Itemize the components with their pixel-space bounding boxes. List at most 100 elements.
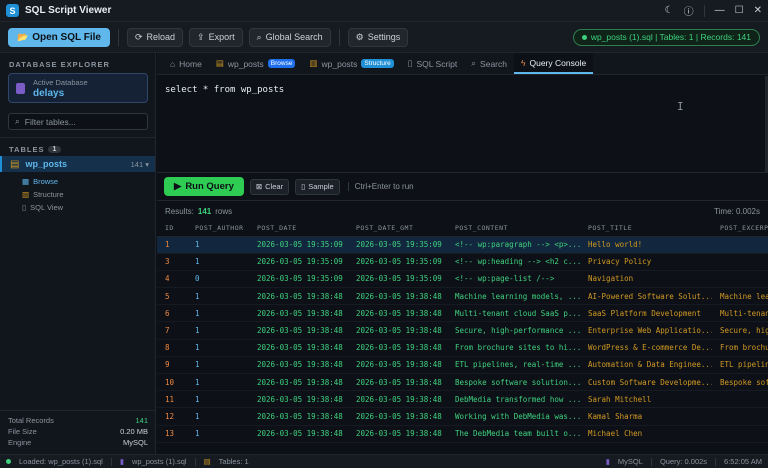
table-cell[interactable]: From brochu xyxy=(712,339,768,357)
table-cell[interactable]: 1 xyxy=(187,356,249,375)
column-header[interactable]: POST_CONTENT xyxy=(447,220,580,237)
table-cell[interactable]: 2026-03-05 19:35:09 xyxy=(249,253,348,271)
table-cell[interactable]: Kamal Sharma xyxy=(580,407,712,426)
table-cell[interactable]: 1 xyxy=(187,373,249,392)
sidebar-table-wp-posts[interactable]: ▤ wp_posts 141 ▾ xyxy=(0,156,155,172)
sidebar-sub-structure[interactable]: ▥ Structure xyxy=(22,188,64,200)
settings-button[interactable]: ⚙ Settings xyxy=(347,27,409,47)
table-cell[interactable] xyxy=(712,425,768,443)
table-cell[interactable]: 2026-03-05 19:38:48 xyxy=(348,407,447,426)
table-row[interactable]: 8 1 2026-03-05 19:38:48 2026-03-05 19:38:48… xyxy=(157,339,768,357)
table-cell[interactable]: 3 xyxy=(157,253,187,271)
table-cell[interactable]: 7 xyxy=(157,321,187,340)
table-cell[interactable]: 4 xyxy=(157,270,187,289)
table-row[interactable]: 11 1 2026-03-05 19:38:48 2026-03-05 19:38:4… xyxy=(157,390,768,409)
table-cell[interactable]: 5 xyxy=(157,287,187,306)
table-cell[interactable]: 2026-03-05 19:38:48 xyxy=(348,390,447,409)
tab-wp-posts-structure[interactable]: ▥ wp_posts Structure xyxy=(302,53,400,74)
table-row[interactable]: 7 1 2026-03-05 19:38:48 2026-03-05 19:38:48… xyxy=(157,321,768,340)
table-cell[interactable]: WordPress & E-commerce De... xyxy=(580,339,712,357)
table-cell[interactable]: <!-- wp:page-list /--> xyxy=(447,270,580,289)
column-header[interactable]: POST_DATE_GMT xyxy=(348,220,447,237)
table-cell[interactable]: 2026-03-05 19:38:48 xyxy=(348,287,447,306)
table-cell[interactable]: 2026-03-05 19:38:48 xyxy=(249,390,348,409)
tab-wp-posts-browse[interactable]: ▤ wp_posts Browse xyxy=(209,53,303,74)
filter-tables-input[interactable]: ⌕ Filter tables... xyxy=(8,113,148,130)
column-header[interactable]: POST_DATE xyxy=(249,220,348,237)
table-cell[interactable]: 2026-03-05 19:38:48 xyxy=(348,321,447,340)
clear-button[interactable]: ⊠ Clear xyxy=(249,178,290,195)
table-cell[interactable]: Navigation xyxy=(580,270,712,289)
table-cell[interactable]: Multi-tenant cloud SaaS p... xyxy=(447,304,580,323)
table-cell[interactable]: 1 xyxy=(187,425,249,443)
table-cell[interactable]: 1 xyxy=(187,321,249,340)
table-cell[interactable]: The DebMedia team built o... xyxy=(447,425,580,443)
table-cell[interactable]: Machine lea xyxy=(712,287,768,306)
table-cell[interactable]: Automation & Data Enginee... xyxy=(580,356,712,375)
table-cell[interactable]: 2026-03-05 19:35:09 xyxy=(348,253,447,271)
table-cell[interactable]: 2026-03-05 19:35:09 xyxy=(348,236,447,254)
tab-query-console[interactable]: ϟ Query Console xyxy=(513,53,594,74)
tab-search[interactable]: ⌕ Search xyxy=(464,53,514,74)
table-cell[interactable]: 13 xyxy=(157,425,187,443)
moon-icon[interactable]: ☾ xyxy=(665,5,674,16)
active-database-card[interactable]: Active Database delays xyxy=(8,73,148,103)
table-cell[interactable]: DebMedia transformed how ... xyxy=(447,390,580,409)
table-cell[interactable]: 1 xyxy=(187,339,249,357)
table-cell[interactable]: 2026-03-05 19:38:48 xyxy=(249,425,348,443)
table-cell[interactable]: 12 xyxy=(157,407,187,426)
table-cell[interactable]: 2026-03-05 19:38:48 xyxy=(348,339,447,357)
sample-button[interactable]: ▯ Sample xyxy=(295,178,340,195)
table-cell[interactable]: Machine learning models, ... xyxy=(447,287,580,306)
run-query-button[interactable]: ▶ Run Query xyxy=(164,177,244,196)
tab-home[interactable]: ⌂ Home xyxy=(163,53,209,74)
table-cell[interactable] xyxy=(712,253,768,271)
table-cell[interactable]: 1 xyxy=(187,390,249,409)
table-cell[interactable]: 1 xyxy=(187,253,249,271)
table-cell[interactable]: AI-Powered Software Solut... xyxy=(580,287,712,306)
sql-editor[interactable]: select * from wp_posts xyxy=(157,76,768,172)
table-cell[interactable]: 2026-03-05 19:35:09 xyxy=(249,236,348,254)
results-grid[interactable]: ID POST_AUTHOR POST_DATE POST_DATE_GMT P… xyxy=(157,220,768,454)
table-cell[interactable]: Bespoke software solution... xyxy=(447,373,580,392)
table-cell[interactable]: 2026-03-05 19:38:48 xyxy=(249,339,348,357)
table-row[interactable]: 9 1 2026-03-05 19:38:48 2026-03-05 19:38:48… xyxy=(157,356,768,375)
table-cell[interactable]: 9 xyxy=(157,356,187,375)
table-cell[interactable]: Hello world! xyxy=(580,236,712,254)
table-row[interactable]: 10 1 2026-03-05 19:38:48 2026-03-05 19:38:4… xyxy=(157,373,768,392)
table-cell[interactable]: Multi-tenan xyxy=(712,304,768,323)
info-icon[interactable]: ⓘ xyxy=(684,3,694,18)
table-cell[interactable]: 1 xyxy=(187,407,249,426)
column-header[interactable]: POST_TITLE xyxy=(580,220,712,237)
sidebar-sub-browse[interactable]: ▦ Browse xyxy=(22,175,58,187)
table-cell[interactable]: 6 xyxy=(157,304,187,323)
table-cell[interactable]: 11 xyxy=(157,390,187,409)
close-button[interactable]: ✕ xyxy=(754,5,762,16)
table-row[interactable]: 6 1 2026-03-05 19:38:48 2026-03-05 19:38:48… xyxy=(157,304,768,323)
table-cell[interactable]: 1 xyxy=(157,236,187,254)
table-cell[interactable]: 2026-03-05 19:38:48 xyxy=(249,407,348,426)
table-cell[interactable]: 10 xyxy=(157,373,187,392)
table-cell[interactable]: 2026-03-05 19:38:48 xyxy=(249,356,348,375)
table-cell[interactable]: Enterprise Web Applicatio... xyxy=(580,321,712,340)
table-cell[interactable]: <!-- wp:heading --> <h2 c... xyxy=(447,253,580,271)
maximize-button[interactable]: ☐ xyxy=(735,5,744,16)
table-cell[interactable]: 0 xyxy=(187,270,249,289)
table-cell[interactable]: Secure, high-performance ... xyxy=(447,321,580,340)
table-cell[interactable]: 2026-03-05 19:38:48 xyxy=(348,356,447,375)
table-cell[interactable]: SaaS Platform Development xyxy=(580,304,712,323)
table-row[interactable]: 5 1 2026-03-05 19:38:48 2026-03-05 19:38:48… xyxy=(157,287,768,306)
table-cell[interactable]: 2026-03-05 19:38:48 xyxy=(249,373,348,392)
table-cell[interactable] xyxy=(712,270,768,289)
table-cell[interactable]: 2026-03-05 19:38:48 xyxy=(249,287,348,306)
table-cell[interactable]: 1 xyxy=(187,304,249,323)
table-cell[interactable]: ETL pipelin xyxy=(712,356,768,375)
minimize-button[interactable]: — xyxy=(715,5,725,16)
table-cell[interactable]: 2026-03-05 19:38:48 xyxy=(249,321,348,340)
table-cell[interactable]: 2026-03-05 19:38:48 xyxy=(249,304,348,323)
table-cell[interactable]: Custom Software Developme... xyxy=(580,373,712,392)
table-cell[interactable]: 2026-03-05 19:35:09 xyxy=(249,270,348,289)
table-cell[interactable]: Michael Chen xyxy=(580,425,712,443)
table-cell[interactable]: 2026-03-05 19:35:09 xyxy=(348,270,447,289)
sidebar-sub-sql-view[interactable]: ▯ SQL View xyxy=(22,201,63,213)
